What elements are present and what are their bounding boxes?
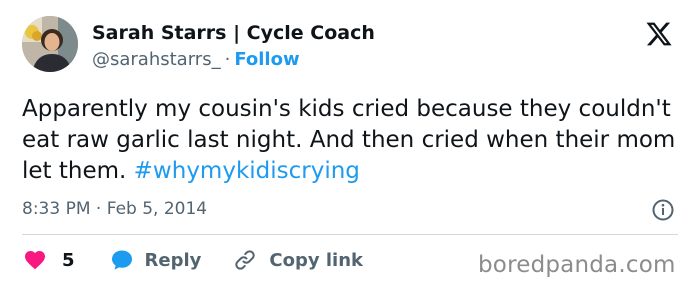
follow-button[interactable]: Follow (234, 49, 299, 70)
author-display-name[interactable]: Sarah Starrs | Cycle Coach (92, 22, 375, 44)
handle-separator: · (224, 49, 231, 70)
tweet-date: Feb 5, 2014 (106, 199, 208, 219)
author-handle-row: @sarahstarrs_ · Follow (92, 49, 300, 70)
copy-link-label: Copy link (269, 249, 363, 271)
reply-label: Reply (144, 249, 202, 271)
tweet-text: Apparently my cousin's kids cried becaus… (22, 94, 682, 187)
author-avatar[interactable] (22, 16, 78, 72)
action-bar: 5 Reply Copy link (22, 246, 363, 274)
tweet-time: 8:33 PM (22, 199, 91, 219)
hashtag-link[interactable]: #whymykidiscrying (134, 158, 360, 184)
speech-bubble-icon (111, 250, 132, 270)
x-logo-icon[interactable] (645, 20, 673, 48)
author-handle[interactable]: @sarahstarrs_ (92, 49, 221, 70)
tweet-timestamp[interactable]: 8:33 PM · Feb 5, 2014 (22, 199, 207, 219)
info-icon[interactable] (651, 198, 675, 222)
like-button[interactable]: 5 (22, 248, 75, 272)
watermark: boredpanda.com (478, 252, 676, 278)
reply-button[interactable]: Reply (109, 248, 202, 272)
copy-link-button[interactable]: Copy link (233, 248, 363, 272)
heart-icon (25, 251, 45, 270)
like-count: 5 (62, 249, 75, 271)
timestamp-separator: · (95, 199, 102, 219)
link-icon (235, 250, 256, 270)
divider (22, 234, 678, 235)
